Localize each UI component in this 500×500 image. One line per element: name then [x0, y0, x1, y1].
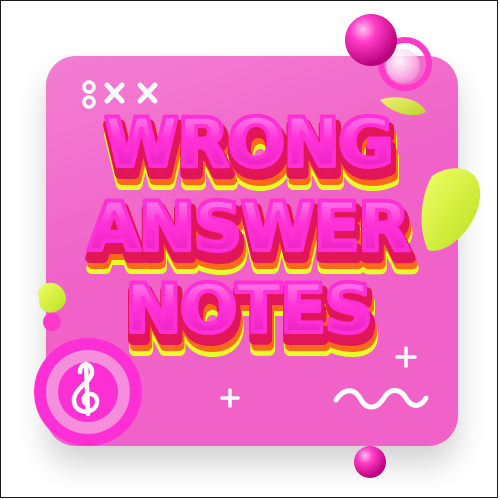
title-line-1-text: WRONG	[104, 104, 392, 183]
title-line-2-text: ANSWER	[88, 188, 409, 267]
title-line-1: WRONG WRONG WRONG WRONG	[101, 102, 404, 207]
title-line-3-text: NOTES	[125, 270, 372, 349]
title-line-3: NOTES NOTES NOTES NOTES	[122, 268, 384, 373]
title-lettering: .t { font-family:"DejaVu Sans", sans-ser…	[85, 102, 421, 373]
